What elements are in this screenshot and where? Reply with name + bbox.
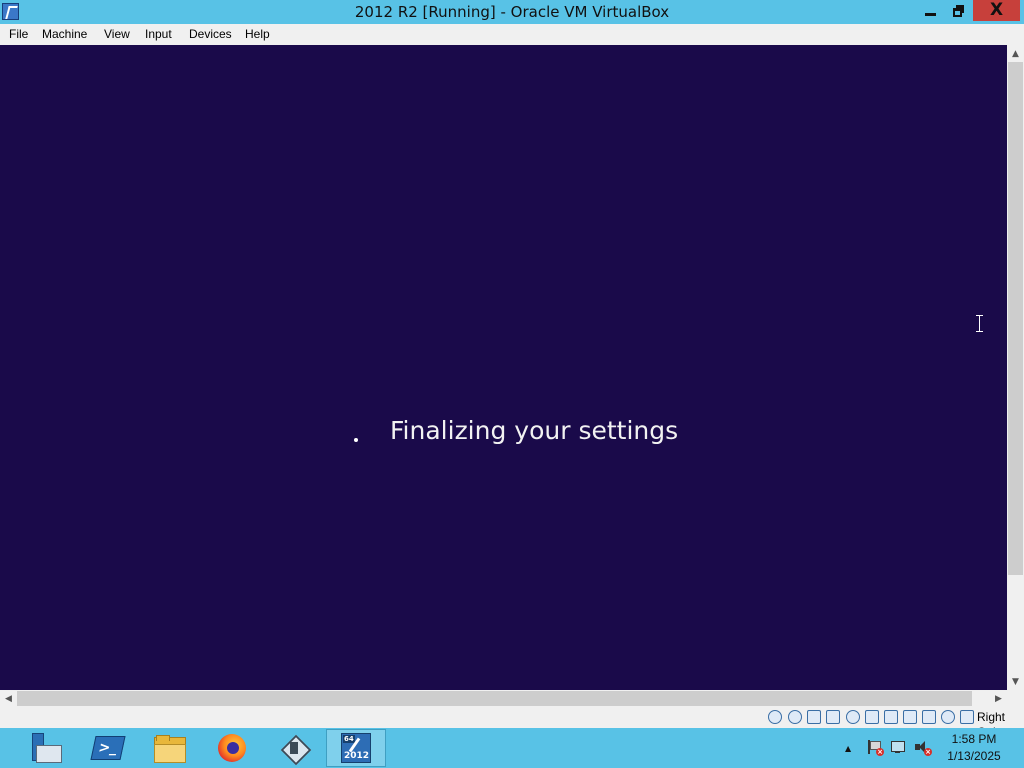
server-manager-icon <box>30 733 62 763</box>
vm-version-label: 2012 <box>344 751 370 761</box>
scroll-left-icon[interactable]: ◀ <box>0 690 17 707</box>
loading-spinner-icon <box>354 438 358 442</box>
keyboard-icon[interactable] <box>960 710 974 724</box>
network-icon[interactable] <box>826 710 840 724</box>
scrollbar-corner <box>1007 690 1024 707</box>
taskbar-powershell[interactable]: >_ <box>78 729 138 767</box>
menu-bar: File Machine View Input Devices Help <box>0 24 1024 46</box>
hard-disk-icon[interactable] <box>768 710 782 724</box>
text-cursor-icon <box>976 315 983 332</box>
horizontal-scroll-thumb[interactable] <box>17 691 972 706</box>
vertical-scroll-thumb[interactable] <box>1008 62 1023 575</box>
menu-file[interactable]: File <box>8 26 29 43</box>
scroll-down-icon[interactable]: ▼ <box>1007 673 1024 690</box>
folder-icon <box>154 735 186 763</box>
taskbar-vm-2012-r2[interactable]: 64 2012 <box>326 729 386 767</box>
vm-display[interactable]: Finalizing your settings <box>0 45 1007 690</box>
setup-status-text: Finalizing your settings <box>390 416 679 445</box>
menu-view[interactable]: View <box>103 26 131 43</box>
menu-input[interactable]: Input <box>144 26 173 43</box>
optical-drive-icon[interactable] <box>788 710 802 724</box>
taskbar-server-manager[interactable] <box>16 729 76 767</box>
network-status-icon[interactable] <box>890 740 906 754</box>
clock-time[interactable]: 1:58 PM <box>946 732 1002 747</box>
title-bar[interactable]: 2012 R2 [Running] - Oracle VM VirtualBox… <box>0 0 1024 24</box>
powershell-icon: >_ <box>90 736 126 760</box>
usb-icon[interactable] <box>846 710 860 724</box>
restore-icon <box>953 4 965 17</box>
close-button[interactable]: X <box>973 0 1020 21</box>
shared-folders-icon[interactable] <box>865 710 879 724</box>
vertical-scrollbar[interactable]: ▲ ▼ <box>1007 45 1024 690</box>
taskbar-virtualbox[interactable] <box>264 729 324 767</box>
taskbar-file-explorer[interactable] <box>140 729 200 767</box>
firefox-icon <box>218 734 246 762</box>
window-title: 2012 R2 [Running] - Oracle VM VirtualBox <box>354 3 670 21</box>
menu-machine[interactable]: Machine <box>41 26 88 43</box>
taskbar-firefox[interactable] <box>202 729 262 767</box>
restore-button[interactable] <box>945 0 973 21</box>
close-icon: X <box>989 0 1004 20</box>
display-icon[interactable] <box>884 710 898 724</box>
scroll-right-icon[interactable]: ▶ <box>990 690 1007 707</box>
action-center-icon[interactable]: × <box>866 740 884 756</box>
scroll-up-icon[interactable]: ▲ <box>1007 45 1024 62</box>
clock-date[interactable]: 1/13/2025 <box>944 749 1004 764</box>
virtualbox-icon <box>280 734 312 766</box>
video-capture-icon[interactable] <box>903 710 917 724</box>
menu-help[interactable]: Help <box>244 26 271 43</box>
volume-muted-icon[interactable]: × <box>914 740 932 756</box>
cpu-virtualization-icon[interactable] <box>922 710 936 724</box>
menu-devices[interactable]: Devices <box>188 26 233 43</box>
mouse-integration-icon[interactable] <box>941 710 955 724</box>
minimize-button[interactable] <box>916 0 945 21</box>
audio-icon[interactable] <box>807 710 821 724</box>
vm-2012-icon: 64 2012 <box>341 733 371 763</box>
vm-64bit-badge: 64 <box>343 735 355 743</box>
minimize-icon <box>925 13 936 16</box>
vm-status-bar: Right Ctrl <box>0 707 1024 739</box>
show-hidden-icons-icon[interactable]: ▲ <box>845 744 851 753</box>
horizontal-scrollbar[interactable]: ◀ ▶ <box>0 690 1007 707</box>
